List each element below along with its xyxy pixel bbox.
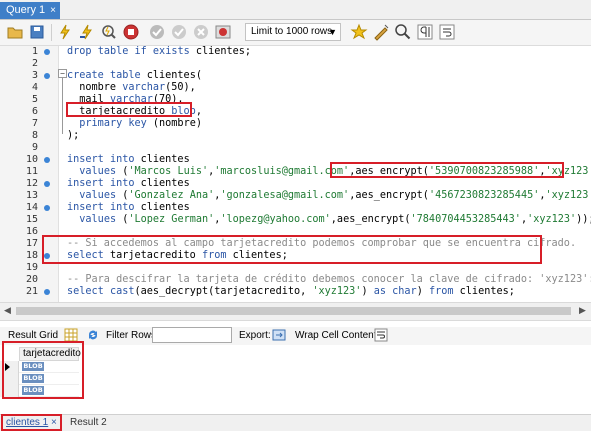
close-icon[interactable]: × (50, 2, 56, 19)
filter-rows-input[interactable] (152, 327, 232, 343)
statement-marker-icon (44, 205, 50, 211)
code-line[interactable]: values ('Lopez German','lopezg@yahoo.com… (67, 214, 591, 226)
code-line[interactable]: insert into clientes (67, 154, 190, 166)
limit-rows-select[interactable]: Limit to 1000 rows ▼ (245, 23, 341, 41)
code-line[interactable]: drop table if exists clientes; (67, 46, 251, 58)
chevron-down-icon: ▼ (328, 27, 337, 37)
highlight-box-aes-encrypt (330, 162, 564, 178)
line-number: 16 (25, 226, 38, 237)
line-number: 21 (25, 286, 38, 297)
fold-toggle-icon[interactable]: − (58, 69, 67, 78)
filter-rows-label: Filter Rows: (106, 330, 159, 341)
beautify-icon[interactable] (372, 23, 390, 41)
line-number: 7 (31, 118, 38, 129)
save-icon[interactable] (28, 23, 46, 41)
fold-guide (62, 78, 63, 134)
query-tab[interactable]: Query 1 × (0, 2, 60, 19)
line-number: 8 (31, 130, 38, 141)
result-tabs: clientes 1 × Result 2 (0, 414, 591, 431)
line-number: 12 (25, 178, 38, 189)
bookmark-icon[interactable] (350, 23, 368, 41)
scroll-left-icon[interactable]: ◀ (4, 305, 11, 316)
statement-marker-icon (44, 289, 50, 295)
toggle-autocommit-icon[interactable] (148, 23, 166, 41)
invisible-chars-icon[interactable] (416, 23, 434, 41)
refresh-icon[interactable] (86, 328, 100, 342)
result-tab-result-2[interactable]: Result 2 (70, 417, 107, 428)
line-number: 6 (31, 106, 38, 117)
line-number: 5 (31, 94, 38, 105)
execute-current-icon[interactable] (78, 23, 96, 41)
line-number: 2 (31, 58, 38, 69)
line-number: 20 (25, 274, 38, 285)
code-line[interactable]: ); (67, 130, 79, 142)
result-toolbar: Result Grid Filter Rows: Export: Wrap Ce… (0, 327, 591, 345)
line-number: 14 (25, 202, 38, 213)
rollback-icon[interactable] (192, 23, 210, 41)
sql-editor[interactable]: 1 drop table if exists clientes; 2 3 create … (0, 46, 591, 302)
find-icon[interactable] (394, 23, 412, 41)
highlight-box-select-blob (42, 235, 542, 264)
grid-icon[interactable] (64, 328, 78, 342)
query-tab-label: Query 1 (6, 4, 46, 16)
statement-marker-icon (44, 73, 50, 79)
code-line[interactable]: insert into clientes (67, 178, 190, 190)
result-grid-tab[interactable]: Result Grid (8, 330, 58, 341)
line-number: 10 (25, 154, 38, 165)
line-number: 1 (31, 46, 38, 57)
stop-icon[interactable] (122, 23, 140, 41)
highlight-box-result-tab (1, 414, 62, 431)
line-number: 9 (31, 142, 38, 153)
highlight-box-result-grid (2, 341, 84, 399)
explain-icon[interactable] (100, 23, 118, 41)
result-grid[interactable]: tarjetacredito BLOB BLOB BLOB (0, 341, 591, 413)
export-label: Export: (239, 330, 271, 341)
code-line[interactable]: select cast(aes_decrypt(tarjetacredito, … (67, 286, 515, 298)
query-tab-bar: Query 1 × (0, 0, 591, 20)
code-line[interactable]: -- Para descifrar la tarjeta de crédito … (67, 274, 591, 286)
code-line[interactable]: values ('Gonzalez Ana','gonzalesa@gmail.… (67, 190, 591, 202)
statement-marker-icon (44, 157, 50, 163)
scroll-right-icon[interactable]: ▶ (579, 305, 586, 316)
code-line[interactable]: primary key (nombre) (67, 118, 202, 130)
code-line[interactable]: create table clientes( (67, 70, 202, 82)
line-number: 18 (25, 250, 38, 261)
open-folder-icon[interactable] (6, 23, 24, 41)
wrap-cell-label: Wrap Cell Content: (295, 330, 380, 341)
line-number: 15 (25, 214, 38, 225)
stop-on-error-icon[interactable] (214, 23, 232, 41)
line-number: 19 (25, 262, 38, 273)
code-line[interactable]: insert into clientes (67, 202, 190, 214)
scrollbar-thumb[interactable] (16, 307, 571, 315)
limit-rows-value: Limit to 1000 rows (251, 26, 333, 37)
statement-marker-icon (44, 49, 50, 55)
execute-icon[interactable] (56, 23, 74, 41)
editor-toolbar: Limit to 1000 rows ▼ (0, 20, 591, 46)
line-number: 3 (31, 70, 38, 81)
statement-marker-icon (44, 181, 50, 187)
line-number: 11 (25, 166, 38, 177)
line-number: 4 (31, 82, 38, 93)
line-number: 17 (25, 238, 38, 249)
wrap-cell-icon[interactable] (374, 328, 388, 342)
code-line[interactable]: nombre varchar(50), (67, 82, 196, 94)
line-number: 13 (25, 190, 38, 201)
editor-horizontal-scrollbar[interactable]: ◀ ▶ (0, 302, 591, 321)
export-icon[interactable] (272, 328, 286, 342)
commit-icon[interactable] (170, 23, 188, 41)
word-wrap-icon[interactable] (438, 23, 456, 41)
highlight-box-blob-column (66, 102, 192, 117)
